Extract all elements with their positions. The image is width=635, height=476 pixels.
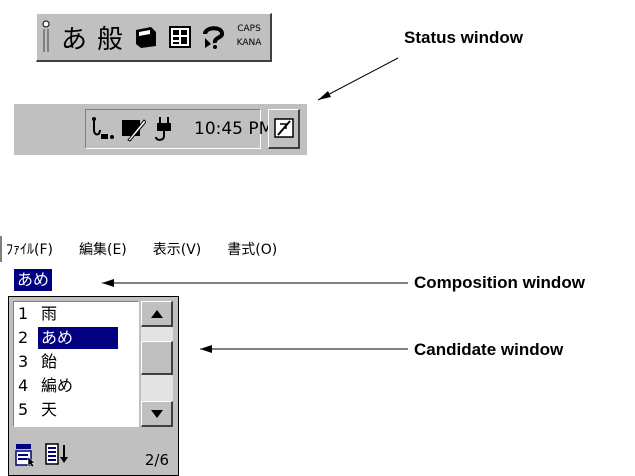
menu-file[interactable]: ﾌｧｲﾙ(F) <box>2 239 59 259</box>
scroll-down-button[interactable] <box>141 401 173 427</box>
candidate-text: 天 <box>41 400 58 419</box>
candidate-number: 5 <box>18 400 29 419</box>
candidate-item-selected[interactable]: 2 あめ <box>16 327 136 349</box>
candidate-item[interactable]: 3 飴 <box>16 351 136 373</box>
status-callout-line <box>317 57 399 101</box>
arrow-down-icon <box>150 409 163 418</box>
candidate-item[interactable]: 4 編め <box>16 375 136 397</box>
menu-edit[interactable]: 編集(E) <box>73 239 133 259</box>
candidate-list: 1 雨 2 あめ 3 飴 4 編め 5 天 <box>13 301 139 427</box>
candidate-item[interactable]: 1 雨 <box>16 303 136 325</box>
candidate-window-label: Candidate window <box>414 340 564 359</box>
candidate-text: 編め <box>41 376 74 395</box>
sort-list-icon[interactable] <box>45 443 71 467</box>
menu-format[interactable]: 書式(O) <box>221 239 283 259</box>
composition-callout-arrowhead <box>102 279 114 287</box>
candidate-number: 1 <box>18 304 29 323</box>
composition-text[interactable]: あめ <box>14 269 53 292</box>
candidate-item[interactable]: 5 天 <box>16 399 136 421</box>
candidate-callout-arrowhead <box>200 345 212 353</box>
scroll-up-button[interactable] <box>141 301 173 327</box>
candidate-footer: 2/6 <box>13 433 173 471</box>
candidate-scrollbar[interactable] <box>141 301 173 427</box>
list-select-icon[interactable] <box>15 443 37 467</box>
candidate-number: 3 <box>18 352 29 371</box>
menu-view[interactable]: 表示(V) <box>147 239 208 259</box>
status-callout-arrowhead <box>318 91 331 100</box>
arrow-up-icon <box>150 309 163 318</box>
candidate-page-count: 2/6 <box>144 451 169 469</box>
candidate-window: 1 雨 2 あめ 3 飴 4 編め 5 天 2/6 <box>8 296 179 476</box>
candidate-text: あめ <box>38 327 118 349</box>
candidate-text: 飴 <box>41 352 58 371</box>
menu-bar: ﾌｧｲﾙ(F) 編集(E) 表示(V) 書式(O) <box>0 236 376 262</box>
candidate-number: 2 <box>18 328 29 347</box>
status-window-label: Status window <box>404 28 523 47</box>
composition-window-label: Composition window <box>414 273 585 292</box>
candidate-number: 4 <box>18 376 29 395</box>
scroll-thumb[interactable] <box>141 341 173 375</box>
candidate-text: 雨 <box>41 304 58 323</box>
